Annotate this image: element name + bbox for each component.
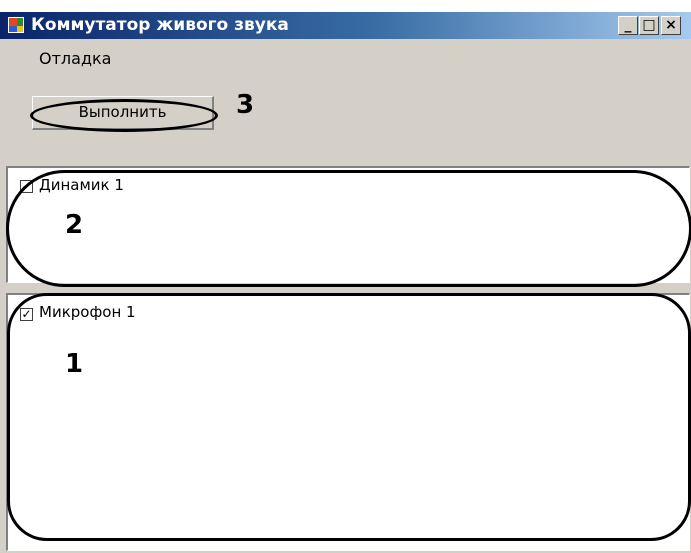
window-title: Коммутатор живого звука <box>31 15 289 35</box>
menu-item-debug[interactable]: Отладка <box>39 49 111 68</box>
speaker-checkbox[interactable]: ✓ <box>20 180 33 193</box>
app-window: Коммутатор живого звука _ □ × Отладка Вы… <box>0 12 691 553</box>
maximize-button[interactable]: □ <box>639 16 659 35</box>
microphone-label: Микрофон 1 <box>39 303 136 321</box>
callout-number-2: 2 <box>65 210 84 240</box>
toolbar: Выполнить 3 <box>0 84 691 140</box>
app-icon <box>8 17 24 33</box>
speaker-label: Динамик 1 <box>39 176 124 194</box>
check-icon: ✓ <box>21 307 32 321</box>
callout-number-1: 1 <box>65 349 84 379</box>
microphone-checkbox[interactable]: ✓ <box>20 308 33 321</box>
callout-number-3: 3 <box>236 90 255 120</box>
close-button[interactable]: × <box>661 16 681 35</box>
microphone-panel: ✓ Микрофон 1 1 <box>6 293 690 551</box>
speaker-panel: ✓ Динамик 1 2 <box>6 166 690 283</box>
check-icon: ✓ <box>21 179 32 193</box>
minimize-button[interactable]: _ <box>618 16 638 35</box>
menu-bar: Отладка <box>0 39 691 73</box>
run-button[interactable]: Выполнить <box>32 96 214 130</box>
title-bar[interactable]: Коммутатор живого звука _ □ × <box>0 12 691 39</box>
